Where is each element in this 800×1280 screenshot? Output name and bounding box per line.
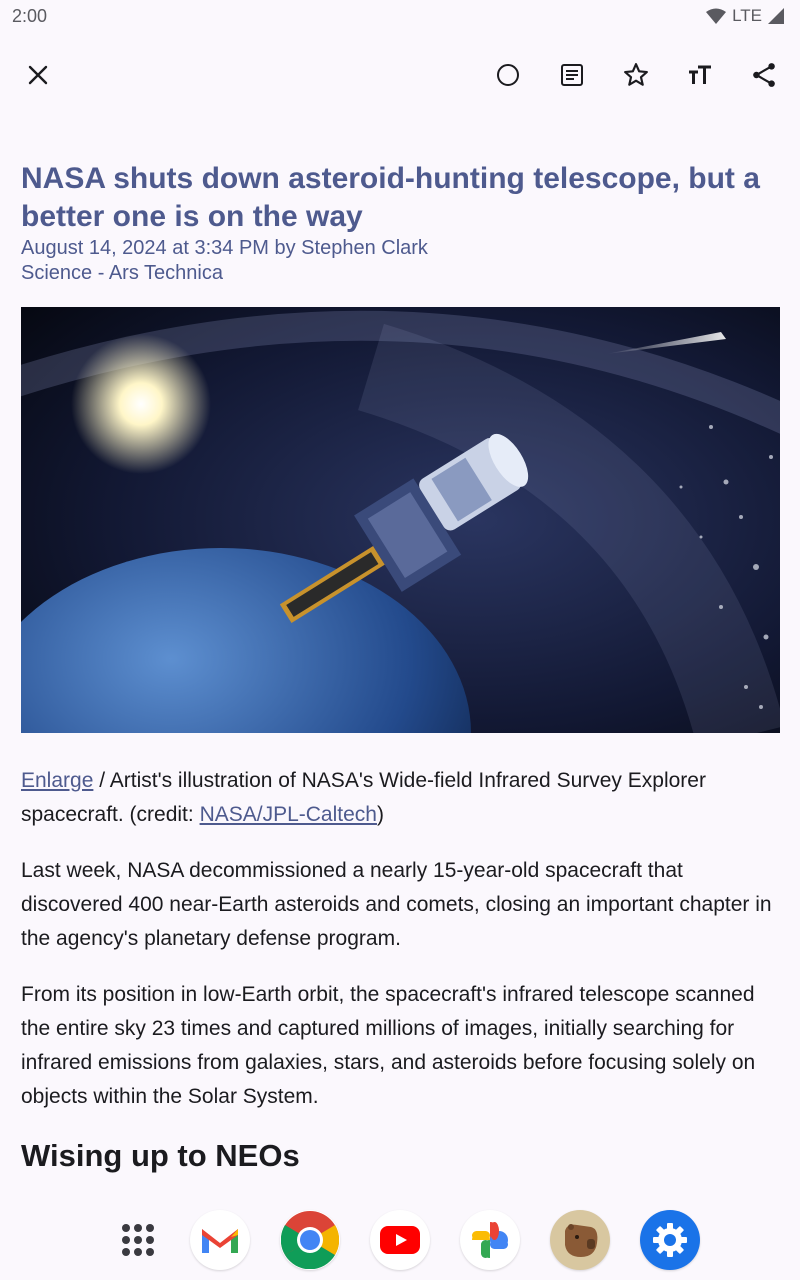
status-icons: LTE [706, 6, 784, 26]
text-size-button[interactable] [676, 51, 724, 99]
reader-mode-button[interactable] [548, 51, 596, 99]
paragraph: From its position in low-Earth orbit, th… [21, 983, 756, 1108]
youtube-icon [380, 1226, 420, 1254]
reader-icon [561, 64, 583, 86]
gmail-app[interactable] [190, 1210, 250, 1270]
app-dock [0, 1200, 800, 1280]
favorite-button[interactable] [612, 51, 660, 99]
settings-icon [653, 1223, 687, 1257]
star-icon [624, 63, 648, 86]
capybara-app[interactable] [550, 1210, 610, 1270]
status-bar: 2:00 LTE [0, 0, 800, 32]
share-icon [753, 63, 775, 87]
spacecraft-illustration [21, 307, 780, 733]
caption-close: ) [376, 803, 384, 826]
circle-icon [497, 64, 519, 86]
photos-app[interactable] [460, 1210, 520, 1270]
app-drawer-icon [122, 1224, 154, 1256]
section-heading: Wising up to NEOs [21, 1138, 300, 1173]
wifi-icon [706, 8, 727, 24]
credit-link[interactable]: NASA/JPL-Caltech [200, 803, 377, 826]
app-drawer-button[interactable] [108, 1210, 168, 1270]
hero-image[interactable] [21, 307, 780, 733]
article-byline: August 14, 2024 at 3:34 PM by Stephen Cl… [21, 237, 428, 259]
paragraph: Last week, NASA decommissioned a nearly … [21, 859, 772, 950]
close-button[interactable] [14, 51, 62, 99]
image-caption: Enlarge / Artist's illustration of NASA'… [21, 764, 781, 832]
capybara-app-icon [565, 1224, 598, 1257]
circle-button[interactable] [484, 51, 532, 99]
top-app-bar [0, 44, 800, 106]
enlarge-link[interactable]: Enlarge [21, 769, 93, 792]
close-icon [28, 65, 48, 85]
chrome-icon [281, 1211, 339, 1269]
gmail-icon [202, 1229, 238, 1253]
photos-icon [472, 1222, 508, 1258]
article-title: NASA shuts down asteroid-hunting telesco… [21, 162, 760, 233]
article-header: NASA shuts down asteroid-hunting telesco… [21, 160, 781, 286]
text-size-icon [689, 65, 711, 84]
chrome-app[interactable] [280, 1210, 340, 1270]
youtube-app[interactable] [370, 1210, 430, 1270]
cell-signal-icon [768, 8, 784, 24]
article-source: Science - Ars Technica [21, 262, 223, 284]
settings-app[interactable] [640, 1210, 700, 1270]
status-time: 2:00 [12, 6, 48, 26]
network-label: LTE [732, 6, 762, 25]
share-button[interactable] [740, 51, 788, 99]
